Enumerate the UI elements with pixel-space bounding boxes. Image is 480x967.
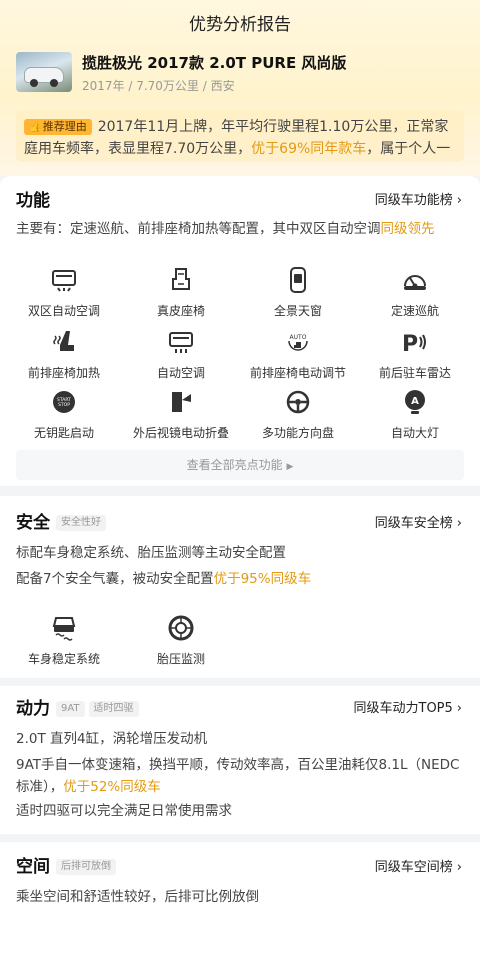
leather-seat-icon (172, 268, 190, 290)
safety-line-1: 标配车身稳定系统、胎压监测等主动安全配置 (16, 545, 286, 561)
safety-line-2: 配备7个安全气囊，被动安全配置优于95%同级车 (16, 571, 312, 587)
power-title: 动力 9AT 适时四驱 (16, 694, 139, 719)
car-summary[interactable]: 揽胜极光 2017款 2.0T PURE 风尚版 2017年 / 7.70万公里… (16, 50, 464, 94)
chevron-right-icon: › (456, 193, 462, 208)
feature-keyless-start: START STOP 无钥匙启动 (14, 388, 114, 441)
svg-text:STOP: STOP (58, 402, 70, 408)
safety-rank-link[interactable]: 同级车安全榜 › (375, 512, 462, 531)
stability-control-icon (52, 617, 76, 641)
feature-leather-seat: 真皮座椅 (131, 266, 231, 319)
space-title: 空间 后排可放倒 (16, 852, 116, 877)
parking-radar-icon: P (402, 332, 426, 357)
car-thumbnail[interactable] (16, 52, 72, 92)
report-header: 优势分析报告 揽胜极光 2017款 2.0T PURE 风尚版 2017年 / … (0, 0, 480, 176)
keyless-start-icon: STARTSTOP (53, 391, 75, 413)
car-meta: 2017年 / 7.70万公里 / 西安 (82, 79, 235, 93)
thumbs-up-icon: 👍 (29, 120, 43, 133)
svg-text:A: A (411, 396, 419, 407)
recommend-highlight: 优于69%同年款车 (251, 141, 367, 157)
power-card: 动力 9AT 适时四驱 同级车动力TOP5 › 2.0T 直列4缸，涡轮增压发动机 9… (0, 686, 480, 834)
power-line-1: 2.0T 直列4缸，涡轮增压发动机 (16, 731, 208, 747)
view-all-features-button[interactable]: 查看全部亮点功能 ▶ (16, 450, 464, 480)
recommend-tag: 👍推荐理由 (24, 119, 92, 135)
power-tag-transmission: 9AT (56, 701, 85, 717)
chevron-right-icon: › (456, 516, 462, 531)
safety-tag: 安全性好 (56, 515, 106, 531)
feature-auto-ac: 自动空调 (131, 328, 231, 381)
svg-text:P: P (402, 332, 418, 356)
feature-parking-radar: P 前后驻车雷达 (365, 328, 465, 381)
features-rank-link[interactable]: 同级车功能榜 › (375, 189, 462, 208)
feature-panoramic-sunroof: 全景天窗 (248, 266, 348, 319)
space-line-1: 乘坐空间和舒适性较好，后排可比例放倒 (16, 889, 259, 905)
recommend-reason: 👍推荐理由 2017年11月上牌，年平均行驶里程1.10万公里，正常家庭用车频率，… (16, 110, 464, 162)
safety-stability-control: 车身稳定系统 (14, 614, 114, 667)
safety-tire-pressure: 胎压监测 (131, 614, 231, 667)
feature-auto-headlight: A 自动大灯 (365, 388, 465, 441)
panoramic-sunroof-icon (290, 267, 306, 293)
seat-heating-icon (53, 331, 74, 351)
space-tag: 后排可放倒 (56, 859, 116, 875)
auto-ac-icon (169, 332, 193, 353)
feature-dual-zone-ac: 双区自动空调 (14, 266, 114, 319)
space-rank-link[interactable]: 同级车空间榜 › (375, 856, 462, 875)
cruise-control-icon (404, 275, 426, 290)
chevron-right-icon: › (456, 701, 462, 716)
features-card: 功能 同级车功能榜 › 主要有：定速巡航、前排座椅加热等配置，其中双区自动空调同级… (0, 176, 480, 486)
power-tag-drive: 适时四驱 (88, 701, 139, 717)
safety-title: 安全 安全性好 (16, 508, 106, 533)
feature-seat-heating: 前排座椅加热 (14, 328, 114, 381)
tire-pressure-icon (168, 615, 194, 641)
mirror-fold-icon (172, 392, 191, 412)
features-summary: 主要有：定速巡航、前排座椅加热等配置，其中双区自动空调同级领先 (16, 221, 435, 237)
feature-cruise-control: 定速巡航 (365, 266, 465, 319)
dual-zone-ac-icon (52, 270, 76, 292)
chevron-right-icon: › (456, 860, 462, 875)
power-rank-link[interactable]: 同级车动力TOP5 › (354, 697, 463, 716)
page-title: 优势分析报告 (189, 15, 291, 35)
features-title: 功能 (16, 191, 50, 211)
safety-card: 安全 安全性好 同级车安全榜 › 标配车身稳定系统、胎压监测等主动安全配置 配备7个… (0, 496, 480, 678)
power-seat-icon: AUTO (288, 334, 308, 351)
power-line-3: 适时四驱可以完全满足日常使用需求 (16, 803, 232, 819)
feature-mirror-fold: 外后视镜电动折叠 (131, 388, 231, 441)
svg-text:AUTO: AUTO (290, 334, 307, 341)
auto-headlight-icon: A (405, 390, 425, 414)
feature-steering-wheel: 多功能方向盘 (248, 388, 348, 441)
steering-wheel-icon (286, 390, 310, 414)
play-triangle-icon: ▶ (286, 462, 294, 472)
power-line-2: 9AT手自一体变速箱，换挡平顺，传动效率高，百公里油耗仅8.1L（NEDC标准）… (16, 757, 460, 795)
feature-power-seat: AUTO 前排座椅电动调节 (248, 328, 348, 381)
car-name: 揽胜极光 2017款 2.0T PURE 风尚版 (82, 54, 347, 72)
space-card: 空间 后排可放倒 同级车空间榜 › 乘坐空间和舒适性较好，后排可比例放倒 (0, 842, 480, 967)
